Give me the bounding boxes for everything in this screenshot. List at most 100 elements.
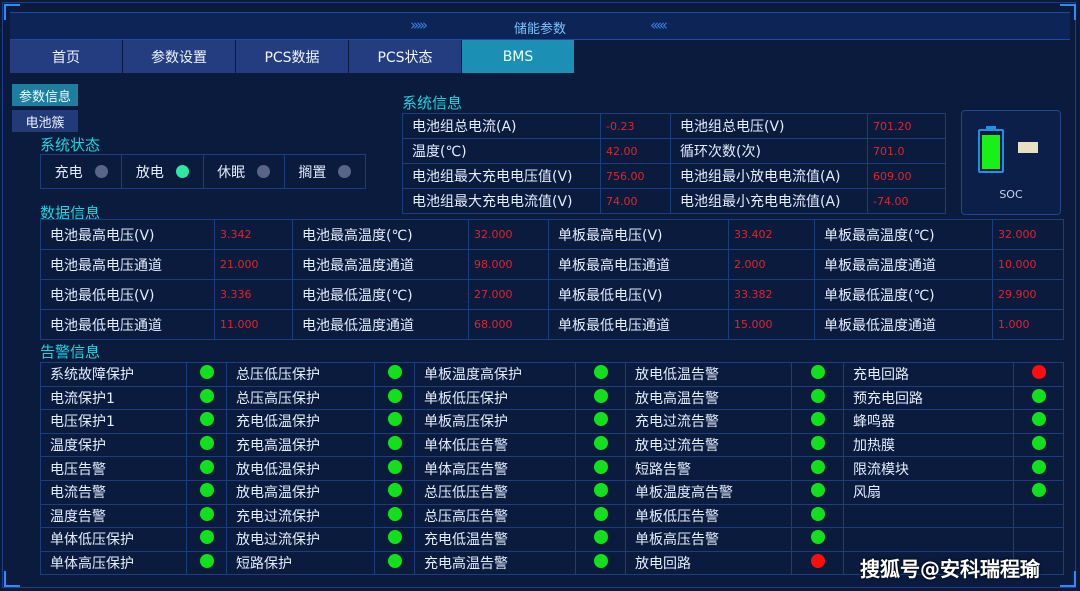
data-label: 单板最高温度(℃) [814,219,993,250]
alarm-status-cell [374,550,415,576]
alarm-label: 放电过流告警 [625,432,792,458]
status-light-icon [810,530,825,545]
data-label: 单板最高温度通道 [814,249,993,280]
alarm-label [843,503,1014,529]
tab-home[interactable]: 首页 [10,40,122,73]
system-info-heading: 系统信息 [402,94,463,112]
table-row: 单体低压保护 放电过流保护 充电低温告警 单板高压告警 [40,527,1064,552]
subtab-param-info[interactable]: 参数信息 [12,84,78,106]
status-light-icon [199,436,214,451]
param-label: 电池组最小放电电流值(A) [670,163,868,189]
alarm-status-cell [1013,385,1064,411]
status-light-icon [387,530,402,545]
alarm-status-cell [374,503,415,529]
status-light-icon [199,483,214,498]
data-label: 电池最低温度通道 [292,309,469,340]
alarm-label: 单板温度高告警 [625,479,792,505]
status-label: 搁置 [298,164,327,181]
status-light-icon [593,436,608,451]
alarm-label: 充电低温告警 [414,527,576,552]
alarm-label: 限流模块 [843,456,1014,481]
param-label: 电池组总电压(V) [670,113,868,139]
soc-panel: SOC [961,110,1061,215]
data-label: 电池最低温度(℃) [292,279,469,310]
alarm-label: 电流告警 [40,479,187,505]
alarm-label: 充电低温保护 [226,409,375,434]
data-label: 电池最高温度(℃) [292,219,469,250]
status-light-icon [593,459,608,474]
status-light-icon [199,530,214,545]
param-value: 756.00 [600,163,671,189]
data-value: 3.336 [214,279,293,310]
status-light-icon [199,506,214,521]
status-light-icon [1031,388,1046,403]
alarm-status-cell [791,479,844,505]
data-value: 11.000 [214,309,293,340]
data-value: 68.000 [468,309,549,340]
subtab-battery-cluster[interactable]: 电池簇 [12,110,78,132]
alarm-status-cell [186,409,227,434]
param-label: 循环次数(次) [670,138,868,164]
alarm-status-cell [1013,479,1064,505]
param-value: 609.00 [867,163,946,189]
alarm-status-cell [1013,527,1064,552]
param-label: 电池组最小充电电流值(A) [670,188,868,214]
title-bar: ››››› 储能参数 ‹‹‹‹‹ [10,12,1070,40]
alarm-status-cell [791,550,844,576]
alarm-status-cell [1013,362,1064,387]
status-light-icon [199,365,214,380]
param-label: 电池组最大充电电压值(V) [402,163,601,189]
status-label: 充电 [54,164,83,181]
table-row: 温度(℃) 42.00 循环次数(次) 701.0 [402,138,946,164]
alarm-status-cell [186,432,227,458]
table-row: 系统故障保护 总压低压保护 单板温度高保护 放电低温告警 充电回路 [40,362,1064,387]
status-sleep: 休眠 [204,155,285,188]
table-row: 电流告警 放电高温保护 总压低压告警 单板温度高告警 风扇 [40,479,1064,505]
alarm-label: 系统故障保护 [40,362,187,387]
alarm-status-cell [575,527,626,552]
alarm-label: 单板温度高保护 [414,362,576,387]
param-label: 电池组总电流(A) [402,113,601,139]
status-light-icon [593,412,608,427]
status-light-icon [387,436,402,451]
status-light-icon [810,459,825,474]
alarm-info-table: 系统故障保护 总压低压保护 单板温度高保护 放电低温告警 充电回路 电流保护1 总压高压保护… [40,362,1064,576]
data-label: 单板最高电压(V) [548,219,729,250]
alarm-label: 总压高压告警 [414,503,576,529]
data-value: 3.342 [214,219,293,250]
alarm-status-cell [791,503,844,529]
status-light-icon [199,554,214,569]
status-light-icon [810,436,825,451]
param-value: 42.00 [600,138,671,164]
param-value: 74.00 [600,188,671,214]
tab-pcs-data[interactable]: PCS数据 [236,40,348,73]
alarm-label: 总压高压保护 [226,385,375,411]
data-label: 单板最低电压(V) [548,279,729,310]
status-light-icon [810,554,825,569]
table-row: 电池组最大充电电压值(V) 756.00 电池组最小放电电流值(A) 609.0… [402,163,946,189]
chevrons-left-icon: ‹‹‹‹‹ [650,16,668,34]
status-light-icon [810,506,825,521]
status-light-icon [810,412,825,427]
alarm-label: 放电低温保护 [226,456,375,481]
tab-bms[interactable]: BMS [462,40,574,73]
alarm-label: 充电过流告警 [625,409,792,434]
alarm-status-cell [1013,432,1064,458]
alarm-status-cell [1013,503,1064,529]
alarm-status-cell [575,456,626,481]
alarm-status-cell [575,409,626,434]
tab-pcs-status[interactable]: PCS状态 [349,40,461,73]
alarm-status-cell [791,385,844,411]
alarm-status-cell [186,456,227,481]
data-value: 32.000 [468,219,549,250]
alarm-status-cell [374,362,415,387]
status-light-icon [810,388,825,403]
alarm-label: 蜂鸣器 [843,409,1014,434]
data-info-table: 电池最高电压(V) 3.342 电池最高温度(℃) 32.000 单板最高电压(V)… [40,219,1064,340]
status-light-icon [593,365,608,380]
alarm-label: 单板高压保护 [414,409,576,434]
tab-parameter-settings[interactable]: 参数设置 [123,40,235,73]
data-value: 33.402 [728,219,815,250]
alarm-status-cell [791,456,844,481]
status-discharge: 放电 [122,155,204,188]
